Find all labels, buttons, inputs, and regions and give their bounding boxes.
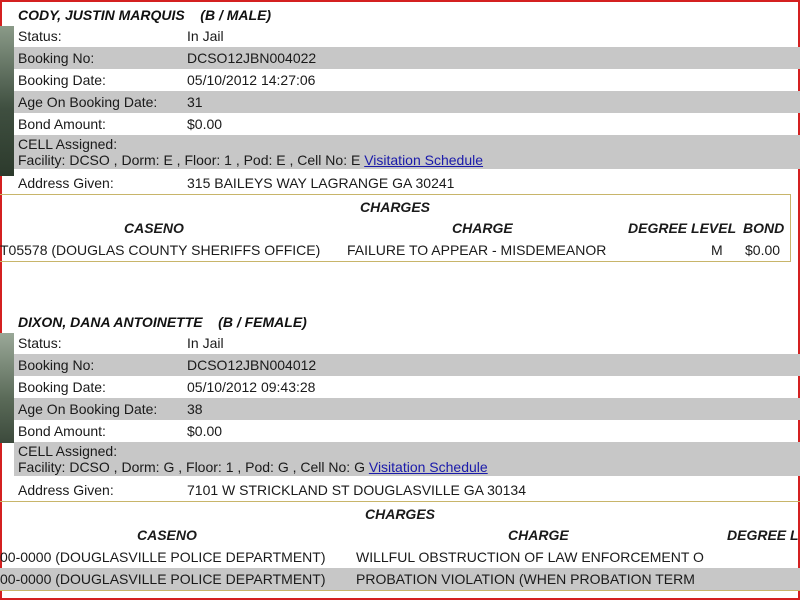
booking-date-label: Booking Date: bbox=[18, 72, 106, 88]
age-value: 31 bbox=[187, 94, 203, 110]
col-header-degree-level: DEGREE L bbox=[727, 527, 799, 543]
status-row: Status: In Jail bbox=[14, 25, 800, 47]
inmate-name: DIXON, DANA ANTOINETTE bbox=[18, 314, 203, 330]
status-value: In Jail bbox=[187, 28, 224, 44]
charge-caseno: 00-0000 (DOUGLASVILLE POLICE DEPARTMENT) bbox=[0, 571, 326, 587]
charge-description: WILLFUL OBSTRUCTION OF LAW ENFORCEMENT O bbox=[356, 549, 704, 565]
charge-description: PROBATION VIOLATION (WHEN PROBATION TERM bbox=[356, 571, 695, 587]
booking-date-label: Booking Date: bbox=[18, 379, 106, 395]
charges-title: CHARGES bbox=[364, 506, 435, 522]
cell-row: CELL Assigned: Facility: DCSO , Dorm: E … bbox=[14, 135, 800, 169]
bond-value: $0.00 bbox=[187, 423, 223, 439]
inmate-name-line: DIXON, DANA ANTOINETTE (B / FEMALE) bbox=[18, 311, 307, 333]
status-row: Status: In Jail bbox=[14, 332, 800, 354]
address-row: Address Given: 7101 W STRICKLAND ST DOUG… bbox=[14, 479, 800, 501]
booking-no-value: DCSO12JBN004022 bbox=[187, 50, 317, 66]
charge-caseno: 00-0000 (DOUGLASVILLE POLICE DEPARTMENT) bbox=[0, 549, 326, 565]
col-header-degree-level: DEGREE LEVEL bbox=[628, 220, 737, 236]
charges-table: CHARGES CASENO CHARGE DEGREE LEVEL BOND … bbox=[0, 194, 791, 262]
address-value: 7101 W STRICKLAND ST DOUGLASVILLE GA 301… bbox=[187, 482, 527, 498]
booking-no-label: Booking No: bbox=[18, 357, 95, 373]
status-label: Status: bbox=[18, 28, 62, 44]
booking-no-row: Booking No: DCSO12JBN004022 bbox=[14, 47, 800, 69]
visitation-schedule-link[interactable]: Visitation Schedule bbox=[364, 152, 483, 168]
cell-value: Facility: DCSO , Dorm: E , Floor: 1 , Po… bbox=[18, 152, 361, 168]
age-value: 38 bbox=[187, 401, 203, 417]
booking-date-row: Booking Date: 05/10/2012 09:43:28 bbox=[14, 376, 800, 398]
bond-row: Bond Amount: $0.00 bbox=[14, 420, 800, 442]
cell-label: CELL Assigned: bbox=[18, 443, 118, 459]
address-value: 315 BAILEYS WAY LAGRANGE GA 30241 bbox=[187, 175, 455, 191]
inmate-name-line: CODY, JUSTIN MARQUIS (B / MALE) bbox=[18, 4, 271, 26]
booking-no-value: DCSO12JBN004012 bbox=[187, 357, 317, 373]
col-header-caseno: CASENO bbox=[124, 220, 184, 236]
cell-label: CELL Assigned: bbox=[18, 136, 118, 152]
table-row: 00-0000 (DOUGLASVILLE POLICE DEPARTMENT)… bbox=[0, 546, 800, 568]
charges-title: CHARGES bbox=[359, 199, 430, 215]
cell-value: Facility: DCSO , Dorm: G , Floor: 1 , Po… bbox=[18, 459, 365, 475]
charge-description: FAILURE TO APPEAR - MISDEMEANOR bbox=[347, 242, 607, 258]
inmate-race-sex: (B / MALE) bbox=[200, 7, 272, 23]
bond-label: Bond Amount: bbox=[18, 116, 106, 132]
address-row: Address Given: 315 BAILEYS WAY LAGRANGE … bbox=[14, 172, 800, 194]
booking-no-row: Booking No: DCSO12JBN004012 bbox=[14, 354, 800, 376]
charge-bond: $0.00 bbox=[745, 242, 781, 258]
inmate-photo[interactable] bbox=[0, 26, 14, 176]
age-label: Age On Booking Date: bbox=[18, 94, 158, 110]
col-header-charge: CHARGE bbox=[508, 527, 569, 543]
charge-caseno: T05578 (DOUGLAS COUNTY SHERIFFS OFFICE) bbox=[0, 242, 321, 258]
bond-row: Bond Amount: $0.00 bbox=[14, 113, 800, 135]
charge-degree: M bbox=[711, 242, 723, 258]
bond-label: Bond Amount: bbox=[18, 423, 106, 439]
booking-no-label: Booking No: bbox=[18, 50, 95, 66]
table-row: T05578 (DOUGLAS COUNTY SHERIFFS OFFICE) … bbox=[0, 239, 790, 261]
age-label: Age On Booking Date: bbox=[18, 401, 158, 417]
cell-line: Facility: DCSO , Dorm: E , Floor: 1 , Po… bbox=[18, 152, 483, 168]
cell-row: CELL Assigned: Facility: DCSO , Dorm: G … bbox=[14, 442, 800, 476]
cell-line: Facility: DCSO , Dorm: G , Floor: 1 , Po… bbox=[18, 459, 488, 475]
status-label: Status: bbox=[18, 335, 62, 351]
booking-date-value: 05/10/2012 09:43:28 bbox=[187, 379, 316, 395]
charges-table: CHARGES CASENO CHARGE DEGREE L 00-0000 (… bbox=[0, 501, 800, 591]
booking-date-value: 05/10/2012 14:27:06 bbox=[187, 72, 316, 88]
booking-date-row: Booking Date: 05/10/2012 14:27:06 bbox=[14, 69, 800, 91]
status-value: In Jail bbox=[187, 335, 224, 351]
inmate-name: CODY, JUSTIN MARQUIS bbox=[18, 7, 185, 23]
address-label: Address Given: bbox=[18, 482, 114, 498]
age-row: Age On Booking Date: 31 bbox=[14, 91, 800, 113]
table-row: 00-0000 (DOUGLASVILLE POLICE DEPARTMENT)… bbox=[0, 568, 800, 590]
inmate-photo[interactable] bbox=[0, 333, 14, 443]
col-header-caseno: CASENO bbox=[137, 527, 197, 543]
visitation-schedule-link[interactable]: Visitation Schedule bbox=[369, 459, 488, 475]
address-label: Address Given: bbox=[18, 175, 114, 191]
col-header-bond: BOND bbox=[743, 220, 785, 236]
bond-value: $0.00 bbox=[187, 116, 223, 132]
inmate-race-sex: (B / FEMALE) bbox=[218, 314, 307, 330]
col-header-charge: CHARGE bbox=[452, 220, 513, 236]
age-row: Age On Booking Date: 38 bbox=[14, 398, 800, 420]
